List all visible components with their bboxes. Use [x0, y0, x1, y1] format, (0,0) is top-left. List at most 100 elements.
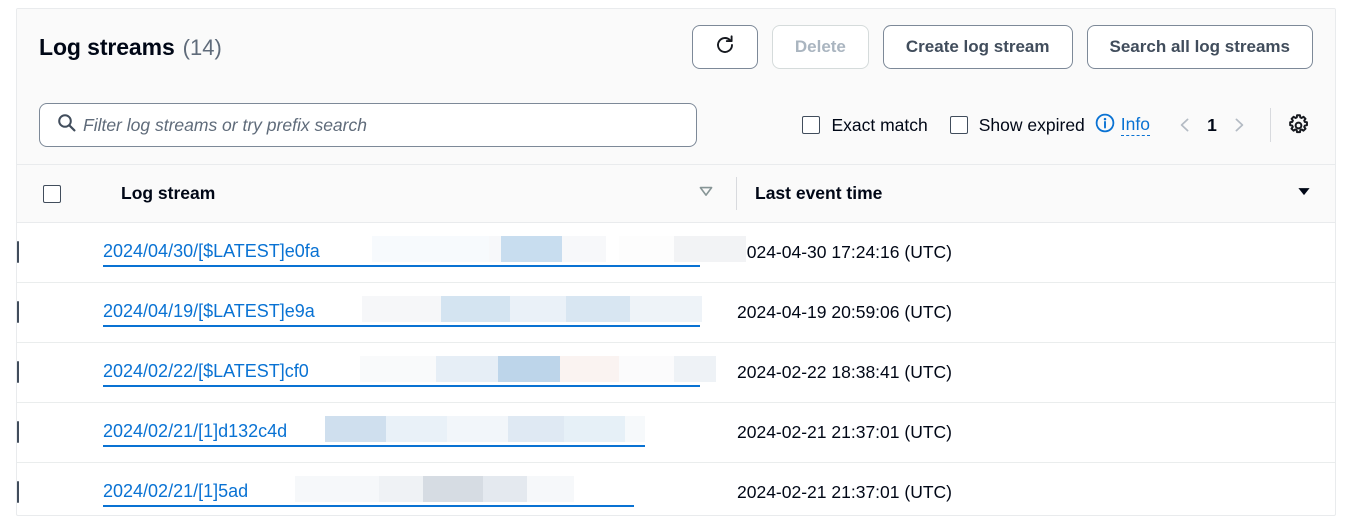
show-expired-checkbox[interactable]: Show expired — [950, 115, 1085, 136]
table-row: 2024/02/21/[1]5ad 2024-02-21 21:37:01 (UT… — [17, 463, 1335, 516]
redacted-block — [674, 356, 716, 382]
page-title: Log streams (14) — [39, 34, 222, 61]
log-stream-cell: 2024/04/19/[$LATEST]e9a — [103, 283, 737, 343]
chevron-right-icon[interactable] — [1222, 108, 1256, 142]
row-checkbox[interactable] — [17, 241, 19, 263]
redacted-block — [379, 476, 423, 502]
select-all-header — [17, 165, 103, 223]
redacted-block — [508, 416, 564, 442]
exact-match-checkbox-box[interactable] — [802, 116, 820, 134]
redacted-block — [510, 296, 566, 322]
row-checkbox[interactable] — [17, 301, 19, 323]
column-header-log-stream[interactable]: Log stream — [103, 165, 737, 223]
last-event-time-cell: 2024-02-21 21:37:01 (UTC) — [737, 463, 1335, 516]
redacted-block — [619, 356, 674, 382]
page-title-count: (14) — [183, 35, 222, 61]
redacted-block — [423, 476, 483, 502]
header-actions: Delete Create log stream Search all log … — [692, 25, 1313, 69]
create-log-stream-button[interactable]: Create log stream — [883, 25, 1073, 69]
redacted-block — [630, 296, 702, 322]
redacted-block — [447, 416, 508, 442]
gear-icon[interactable] — [1283, 110, 1313, 140]
row-checkbox[interactable] — [17, 361, 19, 383]
refresh-button[interactable] — [692, 25, 758, 69]
redacted-block — [295, 476, 379, 502]
table-row: 2024/02/22/[$LATEST]cf0 2024-02-22 18:38:… — [17, 343, 1335, 403]
redacted-block — [501, 236, 562, 262]
filter-controls: Exact match Show expired Info — [802, 108, 1313, 142]
filter-search-box[interactable] — [39, 103, 697, 147]
log-stream-cell: 2024/02/21/[1]d132c4d — [103, 403, 737, 463]
refresh-icon — [713, 33, 737, 62]
table-body: 2024/04/30/[$LATEST]e0fa 2024-04-30 17:24… — [17, 223, 1335, 516]
header-top-row: Log streams (14) Delete Create log strea… — [17, 9, 1335, 85]
log-stream-link[interactable]: 2024/04/19/[$LATEST]e9a — [103, 299, 700, 327]
row-select-cell — [17, 463, 103, 516]
select-all-checkbox[interactable] — [43, 185, 61, 203]
toolbar-divider — [1270, 108, 1271, 142]
table-row: 2024/04/19/[$LATEST]e9a 2024-04-19 20:59:… — [17, 283, 1335, 343]
info-circle-icon — [1095, 113, 1115, 138]
row-checkbox[interactable] — [17, 481, 19, 503]
row-select-cell — [17, 343, 103, 403]
redacted-block — [566, 296, 630, 322]
log-stream-cell: 2024/04/30/[$LATEST]e0fa — [103, 223, 737, 283]
log-stream-link[interactable]: 2024/04/30/[$LATEST]e0fa — [103, 239, 700, 267]
row-checkbox[interactable] — [17, 421, 19, 443]
log-stream-link[interactable]: 2024/02/21/[1]5ad — [103, 479, 634, 507]
column-header-last-event-time-label: Last event time — [755, 183, 882, 204]
redacted-block — [372, 236, 489, 262]
exact-match-checkbox[interactable]: Exact match — [802, 115, 927, 136]
table-header-row: Log stream Last event time — [17, 165, 1335, 223]
last-event-time-cell: 2024-02-21 21:37:01 (UTC) — [737, 403, 1335, 463]
redacted-block — [625, 416, 645, 442]
show-expired-label: Show expired — [979, 115, 1085, 136]
redacted-block — [674, 236, 746, 262]
table-row: 2024/04/30/[$LATEST]e0fa 2024-04-30 17:24… — [17, 223, 1335, 283]
last-event-time-cell: 2024-04-30 17:24:16 (UTC) — [737, 223, 1335, 283]
show-expired-checkbox-box[interactable] — [950, 116, 968, 134]
exact-match-label: Exact match — [831, 115, 927, 136]
row-select-cell — [17, 283, 103, 343]
redacted-block — [360, 356, 436, 382]
sort-descending-filled-icon[interactable] — [1295, 182, 1313, 205]
last-event-time-cell: 2024-04-19 20:59:06 (UTC) — [737, 283, 1335, 343]
log-streams-table: Log stream Last event time — [17, 165, 1335, 516]
redacted-block — [441, 296, 510, 322]
redacted-block — [325, 416, 386, 442]
redacted-block — [527, 476, 574, 502]
redacted-block — [436, 356, 498, 382]
log-stream-cell: 2024/02/21/[1]5ad — [103, 463, 737, 516]
redacted-block — [560, 356, 619, 382]
column-header-log-stream-label: Log stream — [121, 183, 215, 204]
info-label: Info — [1121, 114, 1150, 137]
redacted-block — [489, 236, 606, 262]
pagination: 1 — [1168, 108, 1256, 142]
log-stream-link[interactable]: 2024/02/21/[1]d132c4d — [103, 419, 645, 447]
search-icon — [56, 112, 77, 138]
row-select-cell — [17, 403, 103, 463]
chevron-left-icon[interactable] — [1168, 108, 1202, 142]
redacted-block — [362, 296, 441, 322]
log-streams-panel: Log streams (14) Delete Create log strea… — [16, 8, 1336, 516]
column-header-last-event-time[interactable]: Last event time — [737, 165, 1335, 223]
panel-header: Log streams (14) Delete Create log strea… — [17, 9, 1335, 165]
table-head: Log stream Last event time — [17, 165, 1335, 223]
search-input[interactable] — [83, 104, 696, 146]
table-row: 2024/02/21/[1]d132c4d 2024-02-21 21:37:01… — [17, 403, 1335, 463]
page-title-text: Log streams — [39, 34, 175, 61]
log-stream-link[interactable]: 2024/02/22/[$LATEST]cf0 — [103, 359, 700, 387]
redacted-block — [386, 416, 447, 442]
page-number[interactable]: 1 — [1202, 115, 1222, 136]
search-all-log-streams-button[interactable]: Search all log streams — [1087, 25, 1313, 69]
header-filter-row: Exact match Show expired Info — [17, 85, 1335, 165]
redacted-block — [619, 236, 674, 262]
sort-descending-outline-icon[interactable] — [697, 182, 715, 205]
last-event-time-cell: 2024-02-22 18:38:41 (UTC) — [737, 343, 1335, 403]
info-link[interactable]: Info — [1095, 113, 1150, 138]
redacted-block — [564, 416, 625, 442]
redacted-block — [498, 356, 560, 382]
row-select-cell — [17, 223, 103, 283]
delete-button[interactable]: Delete — [772, 25, 869, 69]
redacted-block — [483, 476, 527, 502]
